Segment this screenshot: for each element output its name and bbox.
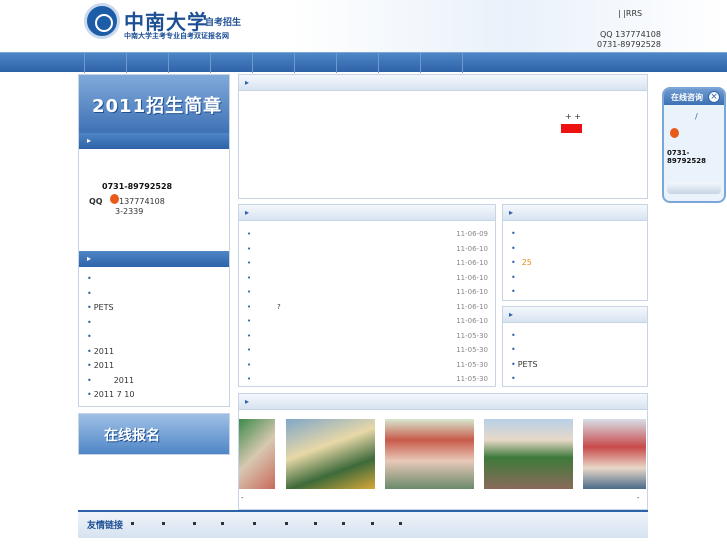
brand-subtitle: 自考招生 xyxy=(205,18,242,28)
right-top-item[interactable]: • xyxy=(511,244,522,253)
gallery-caption-left: - xyxy=(241,494,244,502)
gallery-photo-4[interactable] xyxy=(484,419,573,489)
arrow-icon: ▸ xyxy=(509,310,514,319)
left-list-item[interactable]: • 2011 7 10 xyxy=(87,390,134,399)
online-consult-footer xyxy=(667,182,721,194)
news-row[interactable]: • 11-06-10 xyxy=(245,273,490,287)
gallery-caption-right: - xyxy=(637,494,640,502)
right-top-item[interactable]: • 25 xyxy=(511,258,532,267)
friend-links-label: 友情链接 xyxy=(87,521,124,531)
gallery-photo-2[interactable] xyxy=(286,419,375,489)
nav-item-5[interactable] xyxy=(252,53,253,73)
left-list-item[interactable]: • 2011 xyxy=(87,347,114,356)
right-bottom-header: ▸ xyxy=(503,307,647,323)
contact-extension: 3-2339 xyxy=(115,207,144,216)
arrow-icon: ▸ xyxy=(87,136,92,145)
news-header: ▸ xyxy=(239,205,495,221)
arrow-icon: ▸ xyxy=(245,397,250,406)
left-list-item[interactable]: • xyxy=(87,332,94,341)
header-qq: QQ 137774108 xyxy=(600,30,661,39)
left-list-item[interactable]: • PETS xyxy=(87,303,114,312)
left-list-item[interactable]: • 2011 xyxy=(87,361,114,370)
news-row[interactable]: • 11-05-30 xyxy=(245,345,490,359)
header-phone: 0731-89792528 xyxy=(597,40,661,49)
left-list-item[interactable]: • xyxy=(87,318,94,327)
arrow-icon: ▸ xyxy=(509,208,514,217)
notice-header: ▸ xyxy=(239,75,647,91)
right-top-header: ▸ xyxy=(503,205,647,221)
nav-item-2[interactable] xyxy=(126,53,127,73)
friend-link[interactable] xyxy=(162,522,165,525)
friend-link[interactable] xyxy=(131,522,134,525)
left-list-item[interactable]: • xyxy=(87,289,94,298)
friend-link[interactable] xyxy=(285,522,288,525)
right-bottom-item[interactable]: • xyxy=(511,345,522,354)
news-row[interactable]: •? 11-06-10 xyxy=(245,302,490,316)
news-row[interactable]: • 11-05-30 xyxy=(245,331,490,345)
left-list-item[interactable]: • 2011 xyxy=(87,376,134,385)
top-links[interactable]: | |RRS xyxy=(618,9,642,18)
new-badge xyxy=(561,124,582,133)
notice-box xyxy=(238,74,648,199)
right-bottom-item[interactable]: • xyxy=(511,331,522,340)
nav-item-6[interactable] xyxy=(294,53,295,73)
nav-item-7[interactable] xyxy=(336,53,337,73)
nav-item-10[interactable] xyxy=(462,53,463,73)
news-row[interactable]: • 11-06-10 xyxy=(245,258,490,272)
right-top-item[interactable]: • xyxy=(511,229,522,238)
qq-penguin-icon[interactable] xyxy=(110,194,119,204)
contact-phone: 0731-89792528 xyxy=(102,182,173,191)
contact-section-header: ▸ xyxy=(79,133,229,149)
qq-penguin-icon[interactable] xyxy=(670,128,679,138)
news-row[interactable]: • 11-06-10 xyxy=(245,244,490,258)
nav-item-4[interactable] xyxy=(210,53,211,73)
news-row[interactable]: • 11-06-09 xyxy=(245,229,490,243)
online-consult-title: 在线咨询 xyxy=(671,93,703,102)
news-row[interactable]: • 11-06-10 xyxy=(245,316,490,330)
friend-link[interactable] xyxy=(314,522,317,525)
arrow-icon: ▸ xyxy=(87,254,92,263)
close-icon[interactable]: × xyxy=(708,91,720,103)
friend-link[interactable] xyxy=(221,522,224,525)
arrow-icon: ▸ xyxy=(245,208,250,217)
gallery-photo-5[interactable] xyxy=(583,419,646,489)
right-top-item[interactable]: • xyxy=(511,287,522,296)
right-top-item[interactable]: • xyxy=(511,273,522,282)
news-row[interactable]: • 11-05-30 xyxy=(245,374,490,388)
friend-link[interactable] xyxy=(253,522,256,525)
admission-guide-banner-text: 2011招生简章 xyxy=(92,96,223,117)
nav-item-3[interactable] xyxy=(168,53,169,73)
online-consult-phone: 0731-89792528 xyxy=(667,149,706,165)
news-row[interactable]: • 11-06-10 xyxy=(245,287,490,301)
left-list-item[interactable]: • xyxy=(87,274,94,283)
gallery-photo-3[interactable] xyxy=(385,419,474,489)
friend-link[interactable] xyxy=(371,522,374,525)
university-logo-icon[interactable] xyxy=(84,3,120,39)
gallery-photo-1[interactable] xyxy=(239,419,275,489)
photo-gallery-header: ▸ xyxy=(239,394,647,410)
friend-link[interactable] xyxy=(342,522,345,525)
friend-link[interactable] xyxy=(193,522,196,525)
main-nav xyxy=(0,52,727,73)
contact-qq-number: 137774108 xyxy=(119,197,165,206)
friend-link[interactable] xyxy=(399,522,402,525)
news-row[interactable]: • 11-05-30 xyxy=(245,360,490,374)
contact-qq-label: QQ xyxy=(89,197,103,206)
nav-item-8[interactable] xyxy=(378,53,379,73)
nav-item-1[interactable] xyxy=(84,53,85,73)
notice-marks: + + xyxy=(565,112,581,121)
online-consult-links[interactable]: / xyxy=(695,112,698,121)
nav-item-9[interactable] xyxy=(420,53,421,73)
arrow-icon: ▸ xyxy=(245,78,250,87)
brand-tagline: 中南大学主考专业自考双证报名网 xyxy=(124,32,229,40)
right-bottom-item[interactable]: • xyxy=(511,374,522,383)
online-registration-text: 在线报名 xyxy=(104,428,160,444)
friend-links-bar xyxy=(78,512,648,538)
left-list-section-header: ▸ xyxy=(79,251,229,267)
right-bottom-item[interactable]: • PETS xyxy=(511,360,538,369)
